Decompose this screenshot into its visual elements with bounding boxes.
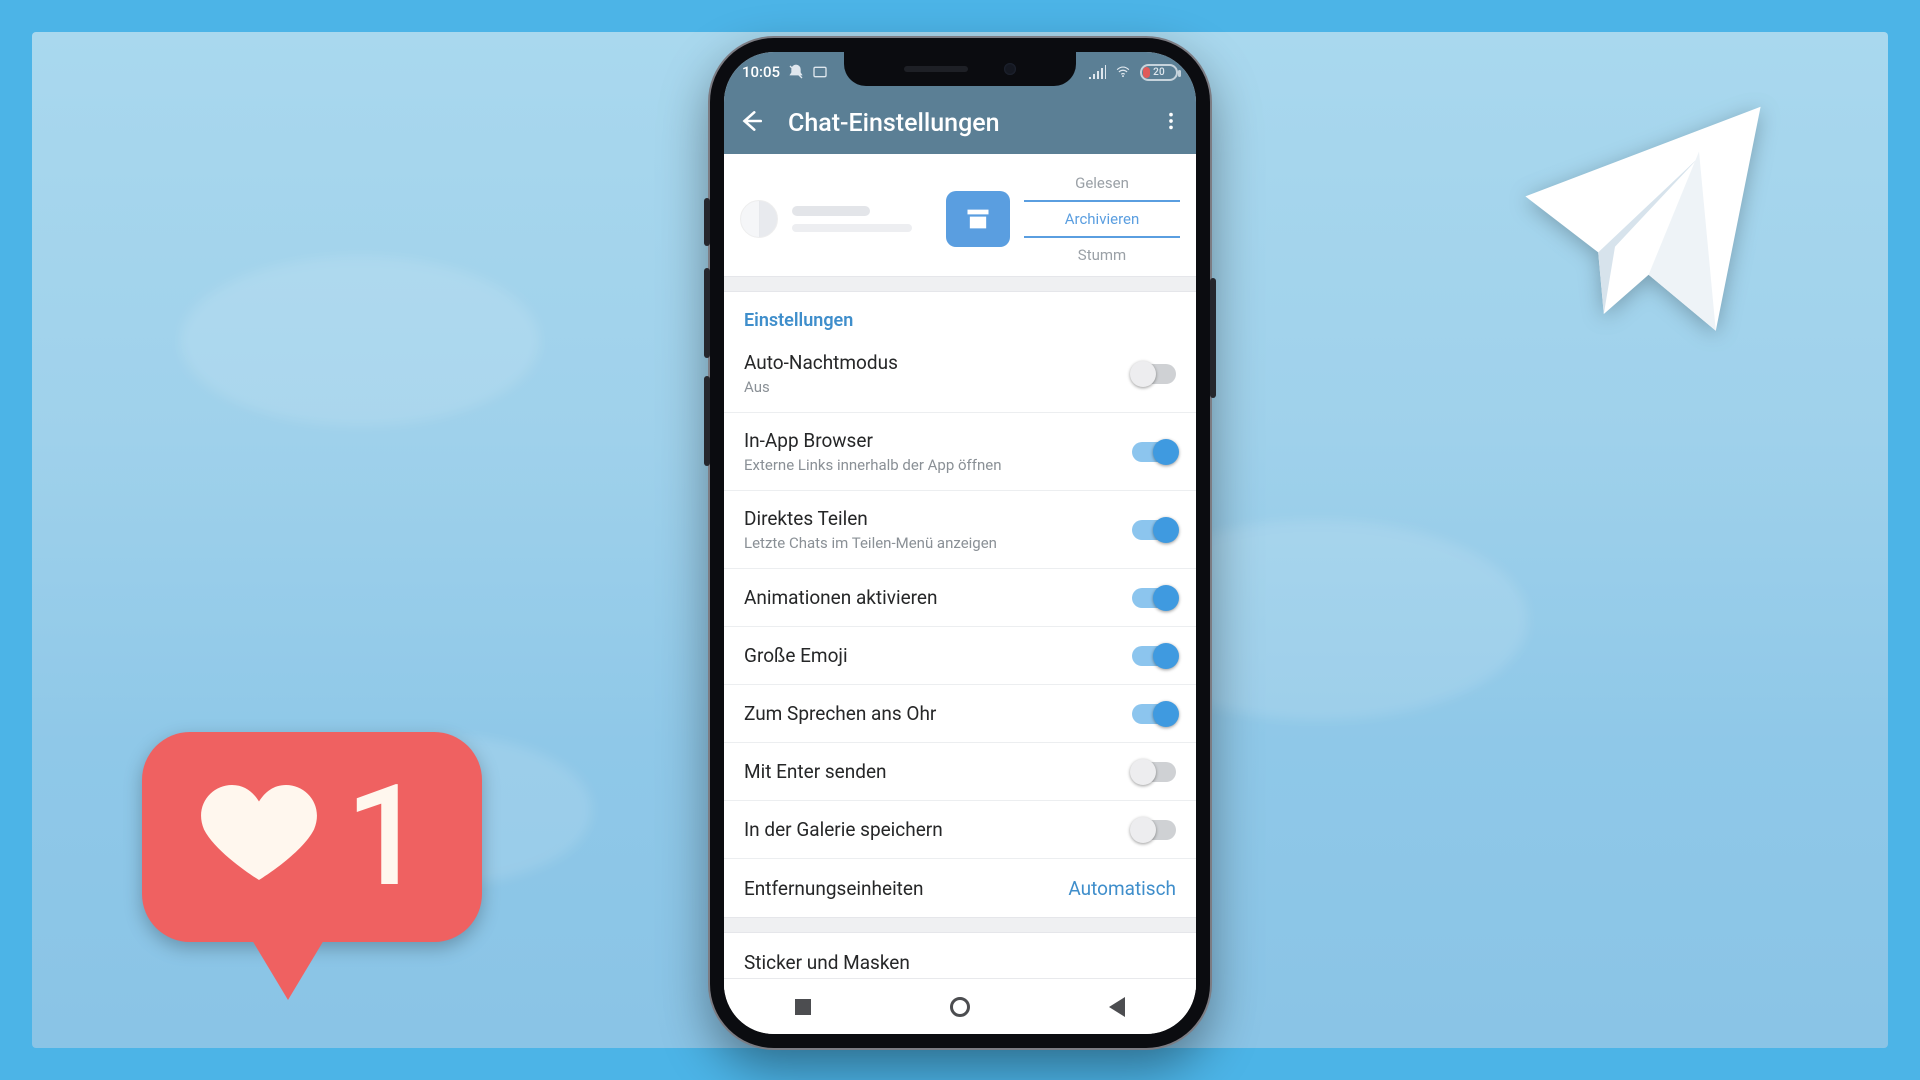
app-bar: Chat-Einstellungen	[724, 92, 1196, 154]
distance-units-value: Automatisch	[1068, 877, 1176, 900]
nav-home-button[interactable]	[946, 993, 974, 1021]
android-nav-bar	[724, 978, 1196, 1034]
row-save-to-gallery[interactable]: In der Galerie speichern	[724, 801, 1196, 859]
row-in-app-browser[interactable]: In-App Browser Externe Links innerhalb d…	[724, 413, 1196, 491]
section-header: Einstellungen	[724, 292, 1196, 335]
swipe-action-read[interactable]: Gelesen	[1024, 166, 1180, 200]
toggle-in-app-browser[interactable]	[1132, 442, 1176, 462]
settings-list: Auto-Nachtmodus Aus In-App Browser Exter…	[724, 335, 1196, 917]
like-count: 1	[345, 767, 425, 907]
swipe-action-preview: Gelesen Archivieren Stumm	[724, 154, 1196, 276]
wifi-icon	[1114, 65, 1132, 79]
toggle-enable-animations[interactable]	[1132, 588, 1176, 608]
swipe-action-mute[interactable]: Stumm	[1024, 238, 1180, 272]
overflow-menu-button[interactable]	[1160, 110, 1182, 136]
phone-mockup: 10:05 20	[710, 38, 1210, 1048]
row-enable-animations[interactable]: Animationen aktivieren	[724, 569, 1196, 627]
heart-icon	[199, 775, 319, 899]
battery-indicator: 20	[1140, 64, 1178, 81]
toggle-send-with-enter[interactable]	[1132, 762, 1176, 782]
row-large-emoji[interactable]: Große Emoji	[724, 627, 1196, 685]
toggle-large-emoji[interactable]	[1132, 646, 1176, 666]
toggle-direct-share[interactable]	[1132, 520, 1176, 540]
like-badge: 1	[142, 732, 482, 1000]
row-auto-night-mode[interactable]: Auto-Nachtmodus Aus	[724, 335, 1196, 413]
back-button[interactable]	[738, 108, 764, 138]
chat-preview-skeleton	[740, 200, 932, 238]
row-direct-share[interactable]: Direktes Teilen Letzte Chats im Teilen-M…	[724, 491, 1196, 569]
archive-icon	[946, 191, 1010, 247]
row-raise-to-speak[interactable]: Zum Sprechen ans Ohr	[724, 685, 1196, 743]
status-time: 10:05	[742, 63, 780, 81]
page-title: Chat-Einstellungen	[788, 109, 1136, 138]
toggle-save-to-gallery[interactable]	[1132, 820, 1176, 840]
toggle-auto-night-mode[interactable]	[1132, 364, 1176, 384]
swipe-action-archive[interactable]: Archivieren	[1024, 200, 1180, 238]
row-distance-units[interactable]: Entfernungseinheiten Automatisch	[724, 859, 1196, 917]
row-send-with-enter[interactable]: Mit Enter senden	[724, 743, 1196, 801]
bell-off-icon	[788, 64, 804, 80]
telegram-plane-icon	[1478, 90, 1808, 370]
signal-icon	[1088, 65, 1106, 79]
nav-back-button[interactable]	[1103, 993, 1131, 1021]
toggle-raise-to-speak[interactable]	[1132, 704, 1176, 724]
nav-recent-button[interactable]	[789, 993, 817, 1021]
card-icon	[812, 64, 828, 80]
